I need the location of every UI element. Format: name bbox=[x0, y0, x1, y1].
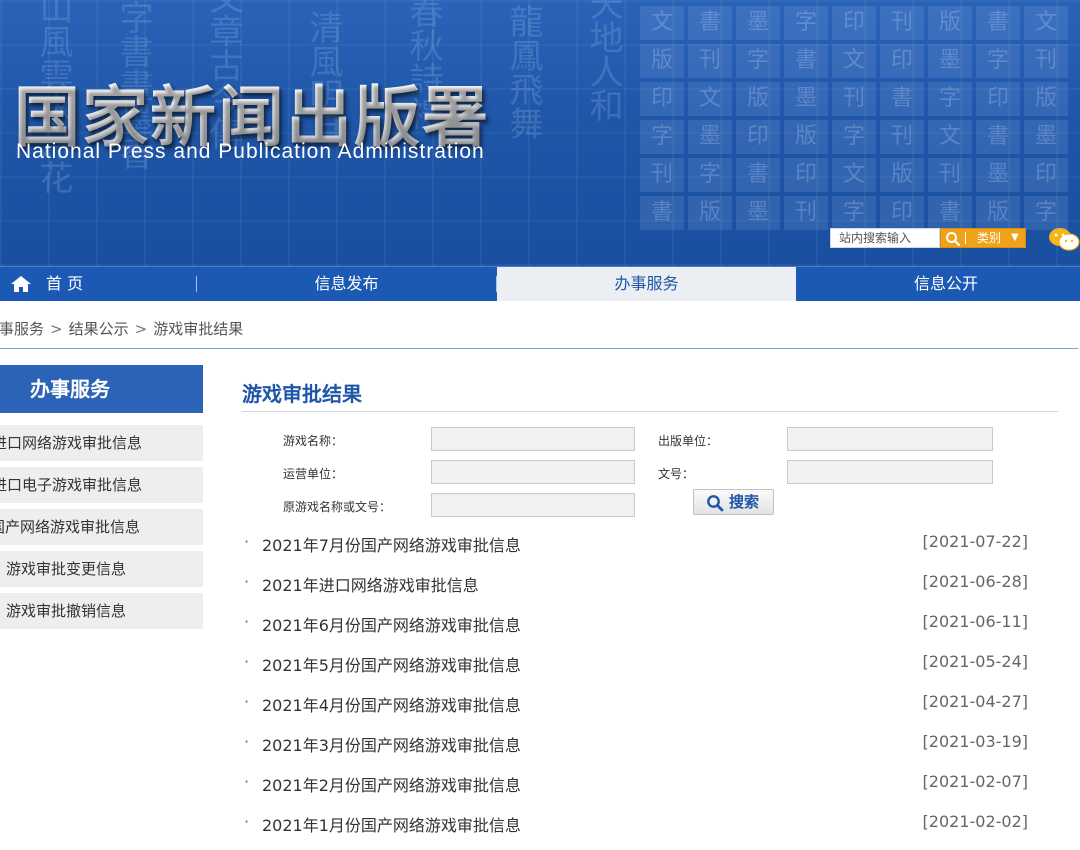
sidebar-item-domestic-online[interactable]: 国产网络游戏审批信息 bbox=[0, 509, 203, 545]
list-item-link[interactable]: 2021年5月份国产网络游戏审批信息 bbox=[262, 652, 521, 676]
search-button[interactable]: 搜索 bbox=[693, 489, 774, 515]
breadcrumb-item-current[interactable]: 游戏审批结果 bbox=[153, 320, 243, 338]
list-item[interactable]: · 2021年4月份国产网络游戏审批信息 [2021-04-27] bbox=[244, 692, 1034, 716]
site-logo-subtitle: National Press and Publication Administr… bbox=[16, 140, 485, 163]
list-item-date: [2021-07-22] bbox=[922, 532, 1028, 551]
category-label[interactable]: 类别 bbox=[977, 229, 1001, 247]
bullet-icon: · bbox=[244, 692, 250, 711]
home-icon bbox=[11, 276, 31, 292]
list-item-date: [2021-06-11] bbox=[922, 612, 1028, 631]
game-name-input[interactable] bbox=[431, 427, 635, 451]
nav-label: 首 页 bbox=[46, 274, 84, 293]
list-item-link[interactable]: 2021年7月份国产网络游戏审批信息 bbox=[262, 532, 521, 556]
list-item-date: [2021-02-07] bbox=[922, 772, 1028, 791]
publisher-label: 出版单位： bbox=[658, 434, 719, 448]
bullet-icon: · bbox=[244, 572, 250, 591]
list-item-link[interactable]: 2021年3月份国产网络游戏审批信息 bbox=[262, 732, 521, 756]
list-item[interactable]: · 2021年5月份国产网络游戏审批信息 [2021-05-24] bbox=[244, 652, 1034, 676]
list-item[interactable]: · 2021年7月份国产网络游戏审批信息 [2021-07-22] bbox=[244, 532, 1034, 556]
list-item[interactable]: · 2021年2月份国产网络游戏审批信息 [2021-02-07] bbox=[244, 772, 1034, 796]
nav-item-info-release[interactable]: 信息发布 bbox=[197, 267, 496, 301]
bullet-icon: · bbox=[244, 612, 250, 631]
list-item-date: [2021-05-24] bbox=[922, 652, 1028, 671]
list-item-date: [2021-02-02] bbox=[922, 812, 1028, 831]
publisher-input[interactable] bbox=[787, 427, 993, 451]
list-item[interactable]: · 2021年3月份国产网络游戏审批信息 [2021-03-19] bbox=[244, 732, 1034, 756]
bullet-icon: · bbox=[244, 812, 250, 831]
sidebar-item-import-online[interactable]: 进口网络游戏审批信息 bbox=[0, 425, 203, 461]
bullet-icon: · bbox=[244, 652, 250, 671]
sidebar-heading: 办事服务 bbox=[0, 365, 203, 413]
list-item-link[interactable]: 2021年1月份国产网络游戏审批信息 bbox=[262, 812, 521, 836]
search-button-label: 搜索 bbox=[729, 493, 760, 511]
nav-item-disclosure[interactable]: 信息公开 bbox=[796, 267, 1080, 301]
breadcrumb-separator: > bbox=[50, 320, 63, 338]
list-item-date: [2021-03-19] bbox=[922, 732, 1028, 751]
nav-item-home[interactable]: 首 页 bbox=[0, 267, 196, 301]
operator-label: 运营单位： bbox=[283, 467, 344, 481]
original-name-input[interactable] bbox=[431, 493, 635, 517]
original-name-label: 原游戏名称或文号： bbox=[283, 500, 392, 514]
breadcrumb-rule bbox=[0, 348, 1078, 349]
list-item-link[interactable]: 2021年6月份国产网络游戏审批信息 bbox=[262, 612, 521, 636]
site-header: 山風雲水月花 字書畫墨香 文章古今傳 清風明月 春秋詩禮 龍鳳飛舞 天地人和 文… bbox=[0, 0, 1080, 266]
main-navigation: 首 页 信息发布 办事服务 信息公开 bbox=[0, 266, 1080, 301]
breadcrumb-separator: > bbox=[134, 320, 148, 338]
game-name-label: 游戏名称： bbox=[283, 434, 344, 448]
calligraphy-decoration: 天地人和 bbox=[583, 0, 623, 122]
operator-input[interactable] bbox=[431, 460, 635, 484]
sidebar-item-import-console[interactable]: 进口电子游戏审批信息 bbox=[0, 467, 203, 503]
bullet-icon: · bbox=[244, 532, 250, 551]
nav-item-services[interactable]: 办事服务 bbox=[497, 267, 796, 301]
chevron-down-icon[interactable]: ▼ bbox=[1011, 229, 1019, 247]
list-item-date: [2021-04-27] bbox=[922, 692, 1028, 711]
category-search-button[interactable]: 类别 ▼ bbox=[940, 228, 1026, 248]
character-grid-decoration: 文書墨字印刊版書文 版刊字書文印墨字刊 印文版墨刊書字印版 字墨印版字刊文書墨 … bbox=[640, 0, 1080, 266]
list-item-link[interactable]: 2021年4月份国产网络游戏审批信息 bbox=[262, 692, 521, 716]
sidebar-item-changes[interactable]: 游戏审批变更信息 bbox=[0, 551, 203, 587]
list-item[interactable]: · 2021年1月份国产网络游戏审批信息 [2021-02-02] bbox=[244, 812, 1034, 836]
breadcrumb: 办事服务 > 结果公示 > 游戏审批结果 bbox=[0, 318, 243, 339]
list-item[interactable]: · 2021年进口网络游戏审批信息 [2021-06-28] bbox=[244, 572, 1034, 596]
sidebar-item-revocations[interactable]: 游戏审批撤销信息 bbox=[0, 593, 203, 629]
breadcrumb-item[interactable]: 结果公示 bbox=[69, 320, 129, 338]
divider bbox=[965, 232, 966, 244]
search-icon bbox=[707, 495, 724, 512]
search-icon[interactable] bbox=[945, 231, 961, 247]
site-search-input[interactable]: 站内搜索输入 bbox=[830, 228, 940, 248]
list-item[interactable]: · 2021年6月份国产网络游戏审批信息 [2021-06-11] bbox=[244, 612, 1034, 636]
bullet-icon: · bbox=[244, 732, 250, 751]
breadcrumb-item[interactable]: 办事服务 bbox=[0, 320, 44, 338]
doc-number-input[interactable] bbox=[787, 460, 993, 484]
list-item-link[interactable]: 2021年进口网络游戏审批信息 bbox=[262, 572, 479, 596]
list-item-link[interactable]: 2021年2月份国产网络游戏审批信息 bbox=[262, 772, 521, 796]
page-title: 游戏审批结果 bbox=[242, 382, 362, 406]
calligraphy-decoration: 龍鳳飛舞 bbox=[503, 4, 543, 140]
list-item-date: [2021-06-28] bbox=[922, 572, 1028, 591]
title-rule bbox=[242, 411, 1058, 412]
doc-number-label: 文号： bbox=[658, 467, 695, 481]
wechat-icon[interactable] bbox=[1048, 226, 1080, 252]
bullet-icon: · bbox=[244, 772, 250, 791]
